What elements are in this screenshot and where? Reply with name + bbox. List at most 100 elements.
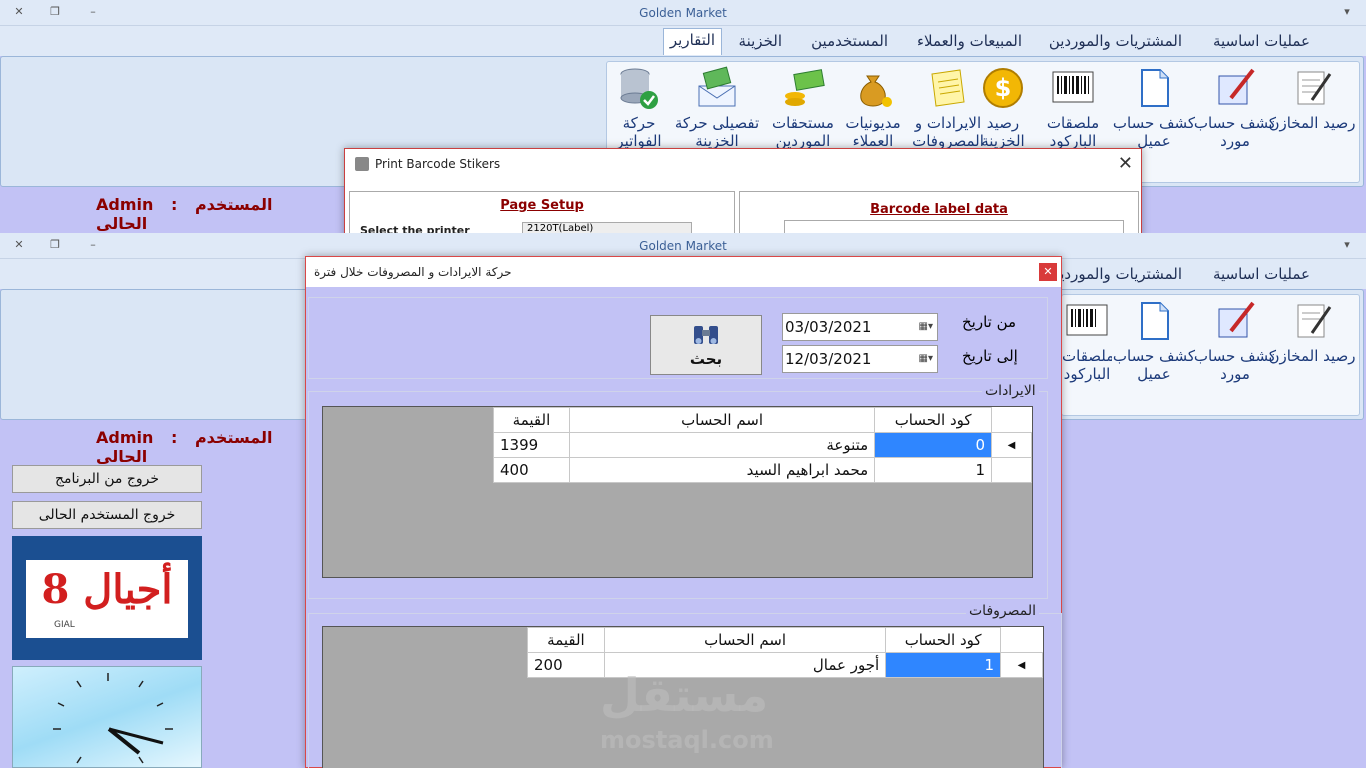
tab-basic-operations[interactable]: عمليات اساسية [1213, 265, 1310, 283]
customer-statement-button[interactable]: كشف حساب عميل [1109, 66, 1199, 150]
ribbon-label: تفصيلى حركة الخزينة [674, 114, 760, 150]
ribbon-label: كشف حساب مورد [1193, 347, 1277, 383]
col-code-header[interactable]: كود الحساب [874, 407, 993, 433]
logo-sub: GIAL [54, 620, 75, 630]
name-cell[interactable]: محمد ابراهيم السيد [568, 457, 876, 483]
tab-basic-operations[interactable]: عمليات اساسية [1213, 32, 1310, 50]
ribbon-label: كشف حساب عميل [1112, 347, 1196, 383]
supplier-statement-button[interactable]: كشف حساب مورد [1190, 66, 1280, 150]
from-date-picker[interactable]: 03/03/2021 ▦▾ [782, 313, 938, 341]
tab-reports[interactable]: التقارير [662, 28, 722, 55]
report-dialog-title: حركة الايرادات و المصروفات خلال فترة [314, 265, 512, 279]
clock [12, 666, 202, 768]
logo-plate: أجيال 8 GIAL [26, 560, 188, 638]
barcode-icon [1052, 71, 1094, 103]
ribbon-label: مستحقات الموردين [772, 114, 834, 150]
ribbon-label: كشف حساب مورد [1193, 114, 1277, 150]
tab-sales[interactable]: المبيعات والعملاء [917, 32, 1022, 50]
quick-access-menu-icon[interactable]: ▾ [1338, 237, 1356, 253]
barcode-labels-button[interactable]: ملصقات الباركود [1062, 299, 1112, 383]
revenues-label: الايرادات [982, 383, 1039, 399]
label-data-heading: Barcode label data [870, 202, 1008, 217]
col-value-header[interactable]: القيمة [493, 407, 570, 433]
revenues-expenses-button[interactable]: الايرادات و المصروفات [903, 66, 993, 150]
tab-users[interactable]: المستخدمين [811, 32, 888, 50]
document-pen-icon [1297, 304, 1332, 338]
current-user-top: Admin : المستخدم الحالى [96, 195, 316, 233]
watermark-latin: mostaql.com [600, 726, 774, 754]
customer-debts-button[interactable]: مديونيات العملاء [833, 66, 913, 150]
tab-treasury[interactable]: الخزينة [739, 32, 782, 50]
logo-text: أجيال 8 [41, 566, 173, 613]
money-bag-icon [860, 75, 892, 107]
code-cell[interactable]: 1 [874, 457, 993, 483]
main-titlebar: ✕ ❐ – Golden Market ▾ [0, 0, 1366, 26]
exit-program-button[interactable]: خروج من البرنامج [12, 465, 202, 493]
row-header-spacer [1000, 627, 1043, 653]
to-date-picker[interactable]: 12/03/2021 ▦▾ [782, 345, 938, 373]
close-icon[interactable]: ✕ [1039, 263, 1057, 281]
revenues-table: القيمة اسم الحساب كود الحساب 1399 متنوعة… [493, 407, 1032, 483]
treasury-details-button[interactable]: تفصيلى حركة الخزينة [669, 66, 765, 150]
money-envelope-icon [698, 66, 736, 107]
col-name-header[interactable]: اسم الحساب [568, 407, 876, 433]
barcode-dialog: Print Barcode Stikers ✕ Page Setup Selec… [344, 148, 1142, 240]
ribbon-label: حركة الفواتير [616, 114, 662, 150]
supplier-dues-button[interactable]: مستحقات الموردين [761, 66, 845, 150]
col-name-header[interactable]: اسم الحساب [603, 627, 887, 653]
ribbon-label: رصيد المخازن [1268, 114, 1356, 132]
user-name: Admin [96, 195, 154, 214]
row-pointer-icon: ◀ [1000, 652, 1043, 678]
clock-face-icon [53, 673, 173, 764]
name-cell[interactable]: متنوعة [568, 432, 876, 458]
logout-user-button[interactable]: خروج المستخدم الحالى [12, 501, 202, 529]
blank-page-icon [1141, 69, 1169, 107]
tab-purchases[interactable]: المشتريات والموردين [1049, 265, 1182, 283]
code-cell[interactable]: 0 [874, 432, 993, 458]
calendar-dropdown-icon[interactable]: ▦▾ [919, 321, 933, 332]
ribbon-label: كشف حساب عميل [1112, 114, 1196, 150]
user-name: Admin [96, 428, 154, 447]
barcode-labels-button[interactable]: ملصقات الباركود [1029, 66, 1117, 150]
barcode-icon [1066, 304, 1108, 336]
clipboard-pen-icon [1218, 301, 1255, 338]
user-separator: : [170, 428, 178, 447]
stock-balance-button[interactable]: رصيد المخازن [1267, 299, 1357, 365]
ribbon-label: ملصقات الباركود [1046, 114, 1100, 150]
table-row[interactable]: 1399 متنوعة 0 ◀ [493, 432, 1032, 458]
supplier-statement-button[interactable]: كشف حساب مورد [1190, 299, 1280, 383]
reports-panel-second: رصيد المخازن كشف حساب مورد كشف حساب عميل… [1061, 294, 1360, 416]
col-code-header[interactable]: كود الحساب [885, 627, 1002, 653]
printer-icon [355, 157, 369, 171]
code-cell[interactable]: 1 [885, 652, 1002, 678]
value-cell[interactable]: 200 [527, 652, 605, 678]
tab-purchases[interactable]: المشتريات والموردين [1049, 32, 1182, 50]
row-pointer-icon: ◀ [991, 432, 1032, 458]
page-setup-group: Page Setup Select the printer 2120T(Labe… [349, 191, 735, 237]
calendar-dropdown-icon[interactable]: ▦▾ [919, 353, 933, 364]
close-icon[interactable]: ✕ [1118, 153, 1133, 174]
stock-balance-button[interactable]: رصيد المخازن [1267, 66, 1357, 132]
value-cell[interactable]: 400 [493, 457, 570, 483]
label-data-group: Barcode label data [739, 191, 1139, 240]
search-button[interactable]: بحث [650, 315, 762, 375]
ribbon-tabs: عمليات اساسية المشتريات والموردين المبيع… [0, 26, 1366, 56]
quick-access-menu-icon[interactable]: ▾ [1338, 4, 1356, 20]
row-selector[interactable] [991, 457, 1032, 483]
binoculars-icon [694, 326, 718, 344]
ribbon-label: رصيد المخازن [1268, 347, 1356, 365]
ribbon-label: مديونيات العملاء [845, 114, 901, 150]
table-row[interactable]: 400 محمد ابراهيم السيد 1 [493, 457, 1032, 483]
customer-statement-button[interactable]: كشف حساب عميل [1109, 299, 1199, 383]
ribbon-label: ملصقات الباركود [1062, 347, 1112, 383]
to-date-label: إلى تاريخ [962, 347, 1018, 365]
blank-page-icon [1141, 302, 1169, 340]
search-button-label: بحث [689, 350, 723, 368]
col-value-header[interactable]: القيمة [527, 627, 605, 653]
barcode-dialog-title: Print Barcode Stikers [375, 157, 501, 171]
watermark-arabic: مستقل [600, 668, 769, 722]
value-cell[interactable]: 1399 [493, 432, 570, 458]
invoices-movement-button[interactable]: حركة الفواتير [609, 66, 669, 150]
ribbon-label: الايرادات و المصروفات [912, 114, 984, 150]
revenues-grid[interactable]: القيمة اسم الحساب كود الحساب 1399 متنوعة… [322, 406, 1033, 578]
